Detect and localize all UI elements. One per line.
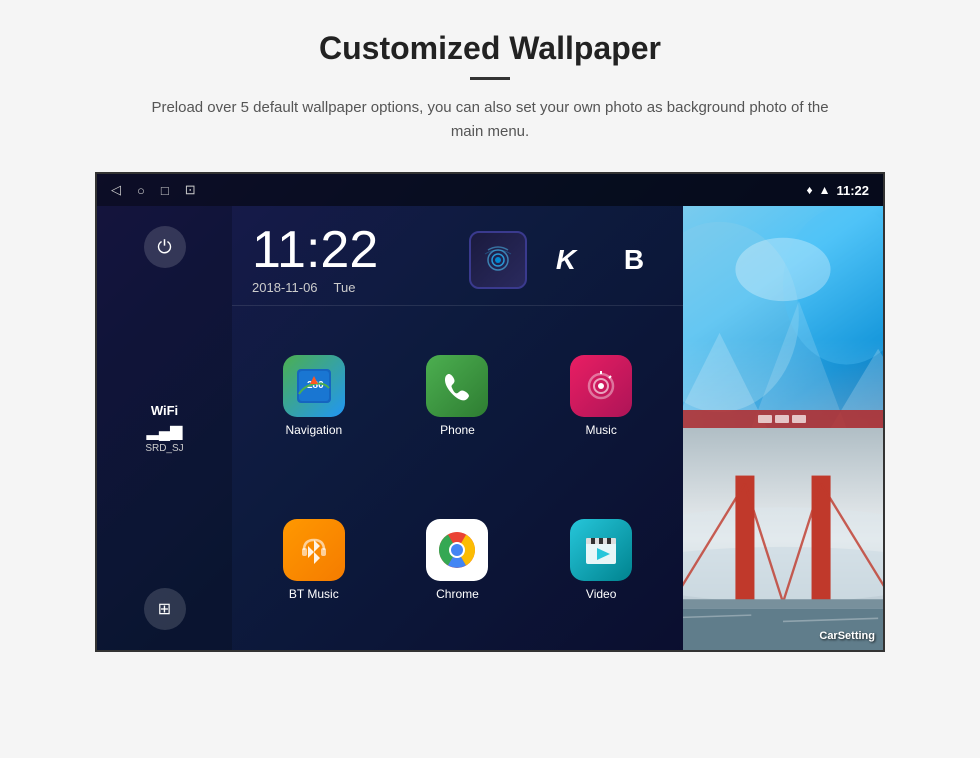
video-label: Video bbox=[586, 587, 616, 601]
carsetting-label: CarSetting bbox=[819, 630, 875, 642]
clock-date-value: 2018-11-06 bbox=[252, 280, 318, 295]
app-item-music[interactable]: Music bbox=[529, 314, 673, 478]
app-item-chrome[interactable]: Chrome bbox=[386, 478, 530, 642]
main-content: ⏻ WiFi ▂▄▆ SRD_SJ ⊞ 11:22 2018-11-06 Tue bbox=[97, 206, 883, 650]
k-label: K bbox=[556, 244, 576, 276]
status-bar: ◁ ○ □ ⊡ ♦ ▲ 11:22 bbox=[97, 174, 883, 206]
center-content: 11:22 2018-11-06 Tue bbox=[232, 206, 683, 650]
phone-label: Phone bbox=[440, 423, 475, 437]
app-item-phone[interactable]: Phone bbox=[386, 314, 530, 478]
app-item-btmusic[interactable]: BT Music bbox=[242, 478, 386, 642]
phone-icon bbox=[437, 366, 477, 406]
clock-info: 11:22 2018-11-06 Tue bbox=[252, 224, 449, 295]
app-item-navigation[interactable]: 280 Navigation bbox=[242, 314, 386, 478]
wallpaper-bridge[interactable]: CarSetting bbox=[683, 428, 883, 650]
location-icon: ♦ bbox=[806, 183, 812, 197]
wallpaper-panel: CarSetting bbox=[683, 206, 883, 650]
apps-drawer-button[interactable]: ⊞ bbox=[144, 588, 186, 630]
navigation-label: Navigation bbox=[285, 423, 342, 437]
bridge-svg bbox=[683, 428, 883, 650]
btmusic-icon bbox=[294, 530, 334, 570]
b-label: B bbox=[624, 244, 644, 276]
app-grid: 280 Navigation Phone bbox=[232, 306, 683, 650]
clock-day-value: Tue bbox=[334, 280, 356, 295]
android-screen: ◁ ○ □ ⊡ ♦ ▲ 11:22 ⏻ WiFi ▂▄▆ SRD_SJ ⊞ bbox=[95, 172, 885, 652]
back-nav-icon[interactable]: ◁ bbox=[111, 182, 121, 198]
radio-app-icon[interactable] bbox=[469, 231, 527, 289]
top-app-icons: K B bbox=[469, 231, 663, 289]
app-item-video[interactable]: Video bbox=[529, 478, 673, 642]
status-bar-right: ♦ ▲ 11:22 bbox=[806, 183, 869, 198]
music-icon bbox=[581, 366, 621, 406]
screenshot-nav-icon[interactable]: ⊡ bbox=[185, 182, 196, 198]
b-app-icon[interactable]: B bbox=[605, 231, 663, 289]
navigation-icon: 280 bbox=[294, 366, 334, 406]
page-subtitle: Preload over 5 default wallpaper options… bbox=[150, 96, 830, 144]
clock-area: 11:22 2018-11-06 Tue bbox=[232, 206, 683, 306]
ice-cave-image bbox=[683, 206, 883, 428]
power-button[interactable]: ⏻ bbox=[144, 226, 186, 268]
navigation-icon-wrap: 280 bbox=[283, 355, 345, 417]
wifi-bars: ▂▄▆ bbox=[145, 421, 183, 441]
video-icon bbox=[581, 530, 621, 570]
preview-bar-icon bbox=[753, 413, 813, 425]
k-app-icon[interactable]: K bbox=[537, 231, 595, 289]
status-bar-nav: ◁ ○ □ ⊡ bbox=[111, 182, 196, 198]
btmusic-label: BT Music bbox=[289, 587, 339, 601]
wifi-info: WiFi ▂▄▆ SRD_SJ bbox=[145, 403, 183, 454]
status-time: 11:22 bbox=[836, 183, 869, 198]
clock-date: 2018-11-06 Tue bbox=[252, 280, 449, 295]
ice-svg bbox=[683, 206, 883, 428]
btmusic-icon-wrap bbox=[283, 519, 345, 581]
wifi-label: WiFi bbox=[145, 403, 183, 418]
recents-nav-icon[interactable]: □ bbox=[161, 183, 169, 198]
wifi-status-icon: ▲ bbox=[819, 183, 831, 197]
video-icon-wrap bbox=[570, 519, 632, 581]
clock-time: 11:22 bbox=[252, 224, 449, 276]
page-title: Customized Wallpaper bbox=[319, 30, 661, 67]
music-label: Music bbox=[585, 423, 616, 437]
phone-icon-wrap bbox=[426, 355, 488, 417]
wallpaper-ice[interactable] bbox=[683, 206, 883, 428]
wifi-ssid: SRD_SJ bbox=[145, 443, 183, 454]
chrome-icon bbox=[437, 530, 477, 570]
chrome-label: Chrome bbox=[436, 587, 479, 601]
title-divider bbox=[470, 77, 510, 80]
music-icon-wrap bbox=[570, 355, 632, 417]
home-nav-icon[interactable]: ○ bbox=[137, 183, 145, 198]
left-sidebar: ⏻ WiFi ▂▄▆ SRD_SJ ⊞ bbox=[97, 206, 232, 650]
chrome-icon-wrap bbox=[426, 519, 488, 581]
radio-signal-svg bbox=[480, 242, 516, 278]
